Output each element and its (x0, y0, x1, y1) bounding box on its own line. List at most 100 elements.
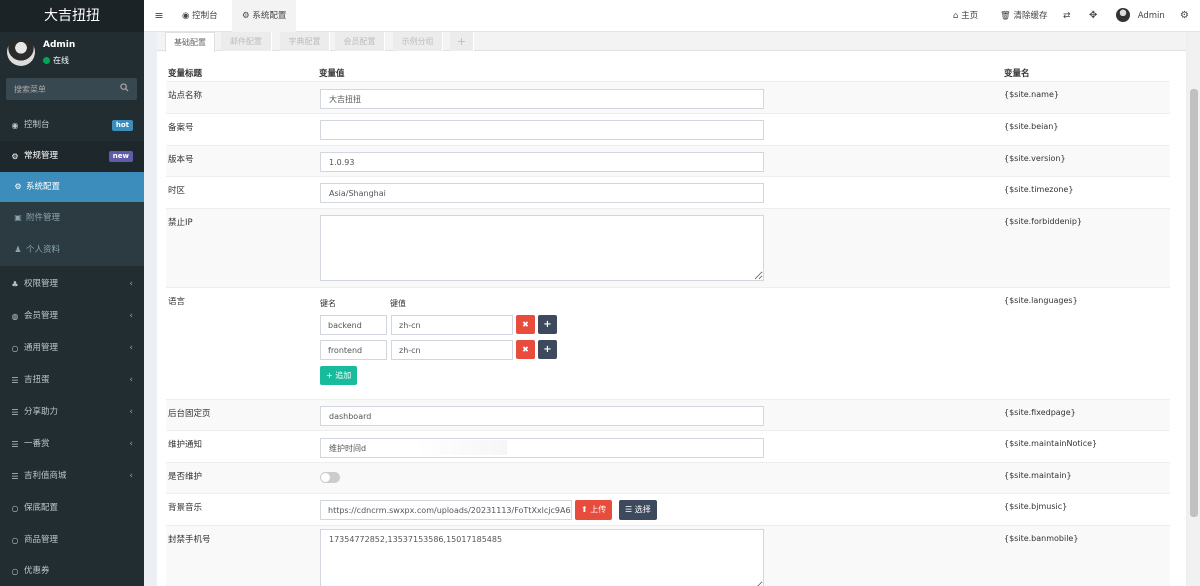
row-label: 语言 (168, 297, 186, 307)
status-text: 在线 (53, 56, 69, 65)
upload-label: 上传 (590, 505, 607, 514)
var-name: {$site.banmobile} (1004, 534, 1079, 543)
list-icon: ☰ (11, 472, 19, 481)
remove-row-button[interactable]: ✖ (516, 340, 535, 359)
sidebar-item-share-boost[interactable]: ☰ 分享助力 ‹ (0, 397, 144, 428)
upload-button[interactable]: ⬆ 上传 (575, 500, 613, 520)
table-row: 时区 {$site.timezone} (166, 176, 1170, 208)
table-row: 是否维护 {$site.maintain} (166, 462, 1170, 493)
language-value-input[interactable] (391, 340, 513, 360)
beian-input[interactable] (320, 120, 764, 140)
tab-dictionary-config[interactable]: 字典配置 (280, 32, 330, 51)
search-icon[interactable] (120, 83, 129, 92)
menu-search (6, 78, 137, 100)
home-link[interactable]: ⌂ 主页 (953, 0, 978, 32)
language-key-input[interactable] (320, 340, 387, 360)
version-input[interactable] (320, 152, 764, 172)
sidebar-toggle-icon[interactable]: ≡ (152, 0, 166, 32)
circle-icon: ○ (11, 567, 19, 576)
user-name: Admin (43, 40, 76, 50)
file-image-icon: ▣ (14, 213, 22, 222)
append-button[interactable]: + 追加 (320, 366, 358, 385)
chevron-left-icon: ‹ (129, 343, 133, 353)
tab-basic-config[interactable]: 基础配置 (165, 32, 215, 52)
sidebar-item-general[interactable]: ⚙ 常规管理 new (0, 141, 144, 172)
maintain-toggle[interactable] (320, 472, 340, 483)
bg-music-input[interactable] (320, 500, 572, 520)
table-row: 维护通知 {$site.maintainNotice} (166, 430, 1170, 462)
sidebar-item-products[interactable]: ○ 商品管理 (0, 525, 144, 556)
circle-icon: ○ (11, 536, 19, 545)
sidebar-item-dashboard[interactable]: ◉ 控制台 hot (0, 110, 144, 141)
row-label: 备案号 (168, 123, 194, 133)
cogs-icon: ⚙ (11, 152, 19, 161)
tab-label: 系统配置 (252, 11, 287, 21)
user-status: 在线 (43, 55, 69, 66)
column-header-value: 变量值 (319, 69, 345, 79)
language-key-input[interactable] (320, 315, 387, 335)
site-name-input[interactable] (320, 89, 764, 109)
sidebar-item-gashapon[interactable]: ☰ 吉扭蛋 ‹ (0, 365, 144, 396)
row-label: 时区 (168, 186, 186, 196)
add-row-button[interactable]: + (538, 315, 557, 334)
table-row: 站点名称 {$site.name} (166, 81, 1170, 113)
sidebar-item-permissions[interactable]: ♣ 权限管理 ‹ (0, 269, 144, 300)
row-label: 版本号 (168, 155, 194, 165)
table-row: 版本号 {$site.version} (166, 145, 1170, 176)
sidebar-item-points-mall[interactable]: ☰ 吉利值商城 ‹ (0, 461, 144, 492)
sidebar-item-attachments[interactable]: ▣ 附件管理 (0, 202, 144, 234)
sidebar-item-system-config[interactable]: ⚙ 系统配置 (0, 172, 144, 202)
select-button[interactable]: ☰ 选择 (619, 500, 657, 520)
brand-logo[interactable]: 大吉扭扭 (0, 0, 144, 32)
tab-dashboard[interactable]: ◉ 控制台 (174, 0, 226, 32)
tab-system-config[interactable]: ⚙ 系统配置 (232, 0, 297, 32)
tab-add-group[interactable]: + (450, 32, 474, 51)
tab-email-config[interactable]: 邮件配置 (221, 32, 272, 51)
forbidden-ip-textarea[interactable] (320, 215, 764, 281)
admin-menu[interactable]: Admin (1116, 0, 1165, 32)
var-name: {$site.languages} (1004, 296, 1078, 305)
tab-example-group[interactable]: 示例分组 (393, 32, 443, 51)
var-name: {$site.beian} (1004, 122, 1059, 131)
sidebar-item-ichiban[interactable]: ☰ 一番赏 ‹ (0, 429, 144, 460)
chevron-left-icon: ‹ (129, 439, 133, 449)
fullscreen-icon[interactable]: ✥ (1089, 0, 1097, 32)
chevron-left-icon: ‹ (129, 407, 133, 417)
language-icon[interactable]: ⇄ (1063, 0, 1071, 32)
sidebar-item-members[interactable]: ◍ 会员管理 ‹ (0, 301, 144, 332)
ban-mobile-textarea[interactable]: 17354772852,13537153586,15017185485 (320, 529, 764, 586)
avatar (1116, 8, 1130, 22)
settings-icon[interactable]: ⚙ (1180, 0, 1189, 32)
select-label: 选择 (634, 505, 651, 514)
scrollbar[interactable] (1188, 32, 1200, 586)
config-panel: 基础配置 邮件配置 字典配置 会员配置 示例分组 + 变量标题 变量值 变量名 … (157, 32, 1186, 586)
tab-member-config[interactable]: 会员配置 (335, 32, 385, 51)
sidebar-item-label: 权限管理 (24, 279, 59, 289)
avatar (7, 38, 35, 66)
add-row-button[interactable]: + (538, 340, 557, 359)
remove-row-button[interactable]: ✖ (516, 315, 535, 334)
var-name: {$site.timezone} (1004, 185, 1074, 194)
language-value-input[interactable] (391, 315, 513, 335)
sidebar-item-coupons[interactable]: ○ 优惠券 (0, 556, 144, 586)
fixed-page-input[interactable] (320, 406, 764, 426)
table-row: 背景音乐 ⬆ 上传 ☰ 选择 {$site.bjmusic} (166, 493, 1170, 525)
dashboard-icon: ◉ (11, 121, 19, 130)
scrollbar-thumb[interactable] (1190, 89, 1198, 517)
top-navbar: ≡ ◉ 控制台 ⚙ 系统配置 ⌂ 主页 🗑 清除缓存 ⇄ ✥ Admin ⚙ (144, 0, 1200, 32)
online-dot-icon (43, 57, 50, 64)
row-label: 禁止IP (168, 218, 193, 228)
value-header: 键值 (390, 299, 406, 308)
sidebar-item-profile[interactable]: ♟ 个人资料 (0, 234, 144, 266)
timezone-input[interactable] (320, 183, 764, 203)
cog-icon: ⚙ (242, 11, 250, 21)
sidebar-item-label: 控制台 (24, 120, 50, 130)
user-panel: Admin 在线 (0, 32, 144, 74)
sidebar-item-common[interactable]: ○ 通用管理 ‹ (0, 333, 144, 364)
sidebar-item-label: 吉利值商城 (24, 471, 67, 481)
table-row: 后台固定页 {$site.fixedpage} (166, 399, 1170, 430)
sidebar-item-pity-config[interactable]: ○ 保底配置 (0, 493, 144, 524)
clear-cache-button[interactable]: 🗑 清除缓存 (1000, 0, 1048, 32)
table-row: 语言 键名 键值 ✖ + ✖ + + 追加 {$site.languages} (166, 287, 1170, 399)
menu-search-input[interactable] (6, 78, 114, 100)
